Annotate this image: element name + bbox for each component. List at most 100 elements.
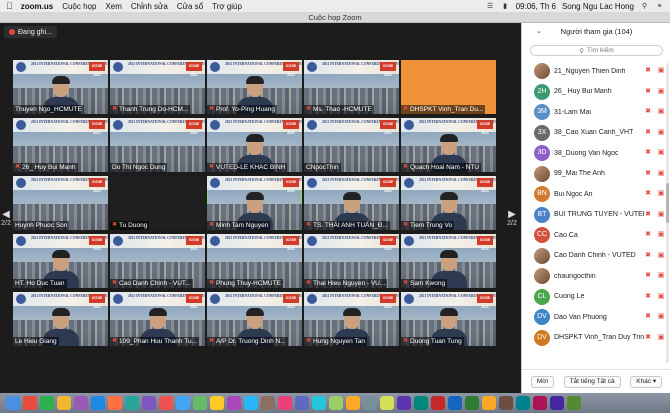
dock-app-icon[interactable] bbox=[346, 396, 360, 410]
dock-app-icon[interactable] bbox=[57, 396, 71, 410]
video-tile[interactable]: 2021 INTERNATIONAL CONFERENCE ON SYSTEM … bbox=[401, 176, 496, 230]
video-off-icon[interactable]: ▣ bbox=[657, 170, 665, 178]
battery-icon[interactable]: ▮ bbox=[501, 3, 510, 10]
participant-row[interactable]: DV Dao Van Phuong ✖ ▣ bbox=[522, 307, 670, 328]
participant-row[interactable]: BT BUI TRUNG TUYEN - VUTED ✖ ▣ bbox=[522, 205, 670, 226]
participant-row[interactable]: 99_Mai The Anh ✖ ▣ bbox=[522, 164, 670, 185]
video-tile[interactable]: 2021 INTERNATIONAL CONFERENCE ON SYSTEM … bbox=[13, 234, 108, 288]
dock-app-icon[interactable] bbox=[482, 396, 496, 410]
dock-app-icon[interactable] bbox=[210, 396, 224, 410]
dock-app-icon[interactable] bbox=[499, 396, 513, 410]
video-tile[interactable]: 2021 INTERNATIONAL CONFERENCE ON SYSTEM … bbox=[110, 60, 205, 114]
participant-row[interactable]: Cao Danh Chinh - VUTED ✖ ▣ bbox=[522, 246, 670, 267]
dock-app-icon[interactable] bbox=[448, 396, 462, 410]
video-tile[interactable]: 2021 INTERNATIONAL CONFERENCE ON SYSTEM … bbox=[207, 60, 302, 114]
video-tile[interactable]: 2021 INTERNATIONAL CONFERENCE ON SYSTEM … bbox=[207, 118, 302, 172]
dock-app-icon[interactable] bbox=[176, 396, 190, 410]
recording-indicator[interactable]: Đang ghi... bbox=[4, 26, 57, 38]
video-tile[interactable]: 2021 INTERNATIONAL CONFERENCE ON SYSTEM … bbox=[110, 292, 205, 346]
video-tile[interactable]: ✖ Tu Duong bbox=[110, 176, 205, 230]
mic-muted-icon[interactable]: ✖ bbox=[644, 170, 652, 178]
video-tile[interactable]: 2021 INTERNATIONAL CONFERENCE ON SYSTEM … bbox=[13, 60, 108, 114]
wifi-icon[interactable]: ☰ bbox=[486, 3, 495, 10]
mic-muted-icon[interactable]: ✖ bbox=[644, 252, 652, 260]
menu-window[interactable]: Cửa sổ bbox=[177, 2, 203, 11]
video-off-icon[interactable]: ▣ bbox=[657, 272, 665, 280]
participant-row[interactable]: 3D 38_Duong Van Ngoc ✖ ▣ bbox=[522, 143, 670, 164]
video-tile[interactable]: 2021 INTERNATIONAL CONFERENCE ON SYSTEM … bbox=[304, 176, 399, 230]
video-off-icon[interactable]: ▣ bbox=[657, 190, 665, 198]
mic-muted-icon[interactable]: ✖ bbox=[644, 313, 652, 321]
video-tile[interactable]: 2021 INTERNATIONAL CONFERENCE ON SYSTEM … bbox=[401, 234, 496, 288]
video-off-icon[interactable]: ▣ bbox=[657, 108, 665, 116]
dock-app-icon[interactable] bbox=[533, 396, 547, 410]
dock-app-icon[interactable] bbox=[278, 396, 292, 410]
mic-muted-icon[interactable]: ✖ bbox=[644, 149, 652, 157]
mic-muted-icon[interactable]: ✖ bbox=[644, 272, 652, 280]
video-off-icon[interactable]: ▣ bbox=[657, 67, 665, 75]
dock-app-icon[interactable] bbox=[142, 396, 156, 410]
menu-help[interactable]: Trợ giúp bbox=[212, 2, 242, 11]
mic-muted-icon[interactable]: ✖ bbox=[644, 211, 652, 219]
participant-row[interactable]: 2H 26_ Huy Bui Manh ✖ ▣ bbox=[522, 82, 670, 103]
menu-meeting[interactable]: Cuộc họp bbox=[62, 2, 96, 11]
dock-app-icon[interactable] bbox=[431, 396, 445, 410]
apple-icon[interactable]:  bbox=[6, 1, 13, 11]
mic-muted-icon[interactable]: ✖ bbox=[644, 88, 652, 96]
dock-app-icon[interactable] bbox=[550, 396, 564, 410]
menubar-user[interactable]: Song Ngu Lac Hong bbox=[562, 2, 634, 11]
menu-app[interactable]: zoom.us bbox=[21, 2, 53, 11]
participant-scrollbar[interactable] bbox=[666, 63, 669, 363]
participant-row[interactable]: 3M 31-Lam Mai ✖ ▣ bbox=[522, 102, 670, 123]
dock-app-icon[interactable] bbox=[244, 396, 258, 410]
menu-list-icon[interactable]: ≡ bbox=[655, 3, 664, 10]
video-tile[interactable]: 2021 INTERNATIONAL CONFERENCE ON SYSTEM … bbox=[304, 60, 399, 114]
search-icon[interactable]: ⚲ bbox=[640, 3, 649, 10]
menu-edit[interactable]: Chỉnh sửa bbox=[131, 2, 168, 11]
dock-app-icon[interactable] bbox=[516, 396, 530, 410]
mic-muted-icon[interactable]: ✖ bbox=[644, 190, 652, 198]
video-off-icon[interactable]: ▣ bbox=[657, 211, 665, 219]
video-tile[interactable]: ✖ DHSPKT Vinh_Tran Du... bbox=[401, 60, 496, 114]
search-input[interactable]: ⚲ Tìm kiếm bbox=[530, 45, 663, 56]
menu-view[interactable]: Xem bbox=[105, 2, 121, 11]
participant-row[interactable]: chaungocthin ✖ ▣ bbox=[522, 266, 670, 287]
mic-muted-icon[interactable]: ✖ bbox=[644, 231, 652, 239]
dock-app-icon[interactable] bbox=[6, 396, 20, 410]
dock-app-icon[interactable] bbox=[193, 396, 207, 410]
video-tile[interactable]: 2021 INTERNATIONAL CONFERENCE ON SYSTEM … bbox=[13, 176, 108, 230]
dock-app-icon[interactable] bbox=[159, 396, 173, 410]
video-off-icon[interactable]: ▣ bbox=[657, 252, 665, 260]
dock-app-icon[interactable] bbox=[261, 396, 275, 410]
video-tile[interactable]: 2021 INTERNATIONAL CONFERENCE ON SYSTEM … bbox=[304, 118, 399, 172]
dock-app-icon[interactable] bbox=[74, 396, 88, 410]
dock-app-icon[interactable] bbox=[312, 396, 326, 410]
video-tile[interactable]: 2021 INTERNATIONAL CONFERENCE ON SYSTEM … bbox=[401, 292, 496, 346]
dock-app-icon[interactable] bbox=[380, 396, 394, 410]
mic-muted-icon[interactable]: ✖ bbox=[644, 334, 652, 342]
video-tile[interactable]: 2021 INTERNATIONAL CONFERENCE ON SYSTEM … bbox=[401, 118, 496, 172]
video-tile[interactable]: 2021 INTERNATIONAL CONFERENCE ON SYSTEM … bbox=[207, 234, 302, 288]
mic-muted-icon[interactable]: ✖ bbox=[644, 293, 652, 301]
dock-app-icon[interactable] bbox=[91, 396, 105, 410]
video-off-icon[interactable]: ▣ bbox=[657, 88, 665, 96]
video-off-icon[interactable]: ▣ bbox=[657, 313, 665, 321]
video-off-icon[interactable]: ▣ bbox=[657, 129, 665, 137]
video-tile[interactable]: 2021 INTERNATIONAL CONFERENCE ON SYSTEM … bbox=[13, 118, 108, 172]
dock-app-icon[interactable] bbox=[363, 396, 377, 410]
participant-row[interactable]: CL Cuong Le ✖ ▣ bbox=[522, 287, 670, 308]
video-tile[interactable]: 2021 INTERNATIONAL CONFERENCE ON SYSTEM … bbox=[207, 292, 302, 346]
dock-app-icon[interactable] bbox=[567, 396, 581, 410]
next-page-button[interactable]: ▶ 2/2 bbox=[506, 198, 518, 238]
video-tile[interactable]: 2021 INTERNATIONAL CONFERENCE ON SYSTEM … bbox=[13, 292, 108, 346]
scrollbar-thumb[interactable] bbox=[666, 183, 669, 223]
mic-muted-icon[interactable]: ✖ bbox=[644, 108, 652, 116]
more-button[interactable]: Khác ▾ bbox=[630, 375, 663, 388]
dock-app-icon[interactable] bbox=[295, 396, 309, 410]
participant-row[interactable]: 21_Nguyen Thien Dinh ✖ ▣ bbox=[522, 61, 670, 82]
participant-row[interactable]: BN Bui Ngoc An ✖ ▣ bbox=[522, 184, 670, 205]
dock-app-icon[interactable] bbox=[108, 396, 122, 410]
video-tile[interactable]: 2021 INTERNATIONAL CONFERENCE ON SYSTEM … bbox=[304, 292, 399, 346]
dock-app-icon[interactable] bbox=[227, 396, 241, 410]
dock-app-icon[interactable] bbox=[414, 396, 428, 410]
